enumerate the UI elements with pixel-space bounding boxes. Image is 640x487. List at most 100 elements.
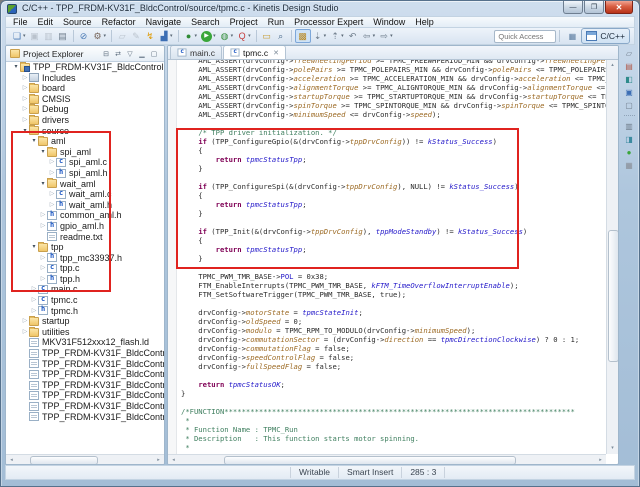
next-annotation-button[interactable]: ⇣▾ [311,29,329,43]
tree-item-tpp-frdm-kv31f-bldccontrol-release-se[interactable]: TPP_FRDM-KV31F_BldcControl_Release_Se [6,401,164,412]
minimized-view-icon-6[interactable]: ◨ [623,133,636,145]
skip-breakpoints-button[interactable]: ⊘ [77,29,91,43]
minimized-view-icon-7[interactable]: ● [623,146,636,158]
dropdown-arrow-icon[interactable]: ▾ [213,33,216,39]
scroll-right-icon[interactable]: ▸ [596,456,605,464]
tree-collapsed-icon[interactable]: ▷ [21,115,29,126]
menu-window[interactable]: Window [368,17,410,28]
profile-button[interactable]: Q▾ [235,29,253,43]
tree-collapsed-icon[interactable]: ▷ [21,104,29,115]
build-button[interactable]: ⚙▾ [91,29,109,43]
tree-expanded-icon[interactable]: ▾ [12,62,20,73]
tree-item-startup[interactable]: ▷startup [6,316,164,327]
link-editor-icon[interactable]: ⇄ [112,50,124,58]
tree-item-tpp-frdm-kv31f-bldccontrol[interactable]: ▾TPP_FRDM-KV31F_BldcControl [6,62,164,73]
maximize-button[interactable]: ❐ [584,1,604,14]
editor-vscroll-thumb[interactable] [608,230,619,362]
prev-annotation-button[interactable]: ⇡▾ [328,29,346,43]
tree-collapsed-icon[interactable]: ▷ [21,316,29,327]
tree-item-tpp-frdm-kv31f-bldccontrol-debug-se[interactable]: TPP_FRDM-KV31F_BldcControl_Debug_Se [6,369,164,380]
editor-tab-main-c[interactable]: main.c [170,45,222,59]
menu-file[interactable]: File [8,17,33,28]
menu-project[interactable]: Project [225,17,263,28]
new-wizard-button[interactable]: ❏▾ [10,29,28,43]
dropdown-arrow-icon[interactable]: ▾ [390,33,393,39]
minimized-view-icon-5[interactable]: ▥ [623,120,636,132]
tree-collapsed-icon[interactable]: ▷ [21,94,29,105]
dropdown-arrow-icon[interactable]: ▾ [341,33,344,39]
restore-view-icon[interactable]: ▱ [623,47,636,59]
explorer-horizontal-scrollbar[interactable]: ◂ ▸ [6,454,164,464]
editor-vertical-scrollbar[interactable]: ▴ ▾ [606,60,618,454]
tree-item-cmsis[interactable]: ▷CMSIS [6,94,164,105]
tree-item-utilities[interactable]: ▷utilities [6,327,164,338]
external-tools-button[interactable]: ◍▾ [218,29,236,43]
view-menu-icon[interactable]: ▽ [124,50,136,58]
tree-item-mkv31f512xxx12-flash-ld[interactable]: MKV31F512xxx12_flash.ld [6,337,164,348]
collapse-all-icon[interactable]: ⊟ [100,50,112,58]
menu-navigate[interactable]: Navigate [141,17,187,28]
scroll-down-icon[interactable]: ▾ [608,444,617,453]
menu-refactor[interactable]: Refactor [97,17,141,28]
editor-hscroll-thumb[interactable] [224,456,516,465]
analysis-button[interactable]: ▟▾ [157,29,175,43]
tree-collapsed-icon[interactable]: ▷ [30,306,38,317]
tree-item-tpp-frdm-kv31f-bldccontrol-release-pn[interactable]: TPP_FRDM-KV31F_BldcControl_Release_PN [6,390,164,401]
tree-item-board[interactable]: ▷board [6,83,164,94]
minimized-view-icon-1[interactable]: ▤ [623,60,636,72]
menu-processor-expert[interactable]: Processor Expert [289,17,368,28]
back-button[interactable]: ⇦▾ [360,29,378,43]
tree-item-tpp-frdm-kv31f-bldccontrol-debug-pn[interactable]: TPP_FRDM-KV31F_BldcControl_Debug_PN [6,359,164,370]
menu-edit[interactable]: Edit [33,17,59,28]
last-edit-location-button[interactable]: ↶ [346,29,360,43]
dropdown-arrow-icon[interactable]: ▾ [324,33,327,39]
tree-item-tpmc-h[interactable]: ▷tpmc.h [6,306,164,317]
tree-item-tpmc-c[interactable]: ▷tpmc.c [6,295,164,306]
minimize-button[interactable]: — [563,1,583,14]
close-button[interactable]: ✕ [605,1,633,14]
tree-item-tpp-frdm-kv31f-bldccontrol-pdf[interactable]: TPP_FRDM-KV31F_BldcControl.pdf [6,412,164,423]
open-perspective-button[interactable]: ▦ [565,30,579,43]
scroll-left-icon[interactable]: ◂ [7,456,16,464]
dropdown-arrow-icon[interactable]: ▾ [170,33,173,39]
tree-collapsed-icon[interactable]: ▷ [21,73,29,84]
debug-button[interactable]: ●▾ [182,29,200,43]
minimized-view-icon-8[interactable]: ▦ [623,159,636,171]
print-button[interactable]: ▤ [56,29,70,43]
menu-source[interactable]: Source [58,17,97,28]
tab-close-icon[interactable]: ✕ [273,49,279,57]
dropdown-arrow-icon[interactable]: ▾ [373,33,376,39]
tree-item-tpp-frdm-kv31f-bldccontrol-debug-op[interactable]: TPP_FRDM-KV31F_BldcControl_Debug_Op [6,348,164,359]
run-button[interactable]: ▶▾ [199,29,218,43]
scroll-right-icon[interactable]: ▸ [154,456,163,464]
search-button[interactable]: ⌕ [274,29,288,43]
tree-item-tpp-frdm-kv31f-bldccontrol-release-op[interactable]: TPP_FRDM-KV31F_BldcControl_Release_Op [6,380,164,391]
flash-programmer-button[interactable]: ↯ [143,29,157,43]
dropdown-arrow-icon[interactable]: ▾ [231,33,234,39]
scroll-left-icon[interactable]: ◂ [169,456,178,464]
menu-help[interactable]: Help [410,17,439,28]
minimized-view-icon-3[interactable]: ▣ [623,86,636,98]
tree-collapsed-icon[interactable]: ▷ [21,327,29,338]
minimized-view-icon-4[interactable]: ▢ [623,99,636,111]
scroll-up-icon[interactable]: ▴ [608,61,617,70]
explorer-hscroll-thumb[interactable] [30,456,98,465]
tree-item-debug[interactable]: ▷Debug [6,104,164,115]
tree-collapsed-icon[interactable]: ▷ [21,83,29,94]
editor-tab-tpmc-c[interactable]: tpmc.c✕ [223,45,286,59]
menu-run[interactable]: Run [263,17,290,28]
mark-occurrences-button[interactable]: ▩ [295,29,311,43]
open-element-button[interactable]: ▭ [260,29,274,43]
menu-search[interactable]: Search [186,17,225,28]
dropdown-arrow-icon[interactable]: ▾ [104,33,107,39]
tree-item-drivers[interactable]: ▷drivers [6,115,164,126]
minimized-view-icon-2[interactable]: ◧ [623,73,636,85]
minimize-view-icon[interactable]: ▁ [136,50,148,58]
tree-item-includes[interactable]: ▷Includes [6,73,164,84]
quick-access-input[interactable] [494,30,556,43]
project-explorer-tab[interactable]: Project Explorer ⊟⇄▽▁▢ [6,46,164,62]
tree-collapsed-icon[interactable]: ▷ [30,295,38,306]
dropdown-arrow-icon[interactable]: ▾ [23,33,26,39]
titlebar[interactable]: C/C++ - TPP_FRDM-KV31F_BldcControl/sourc… [1,1,639,16]
dropdown-arrow-icon[interactable]: ▾ [195,33,198,39]
